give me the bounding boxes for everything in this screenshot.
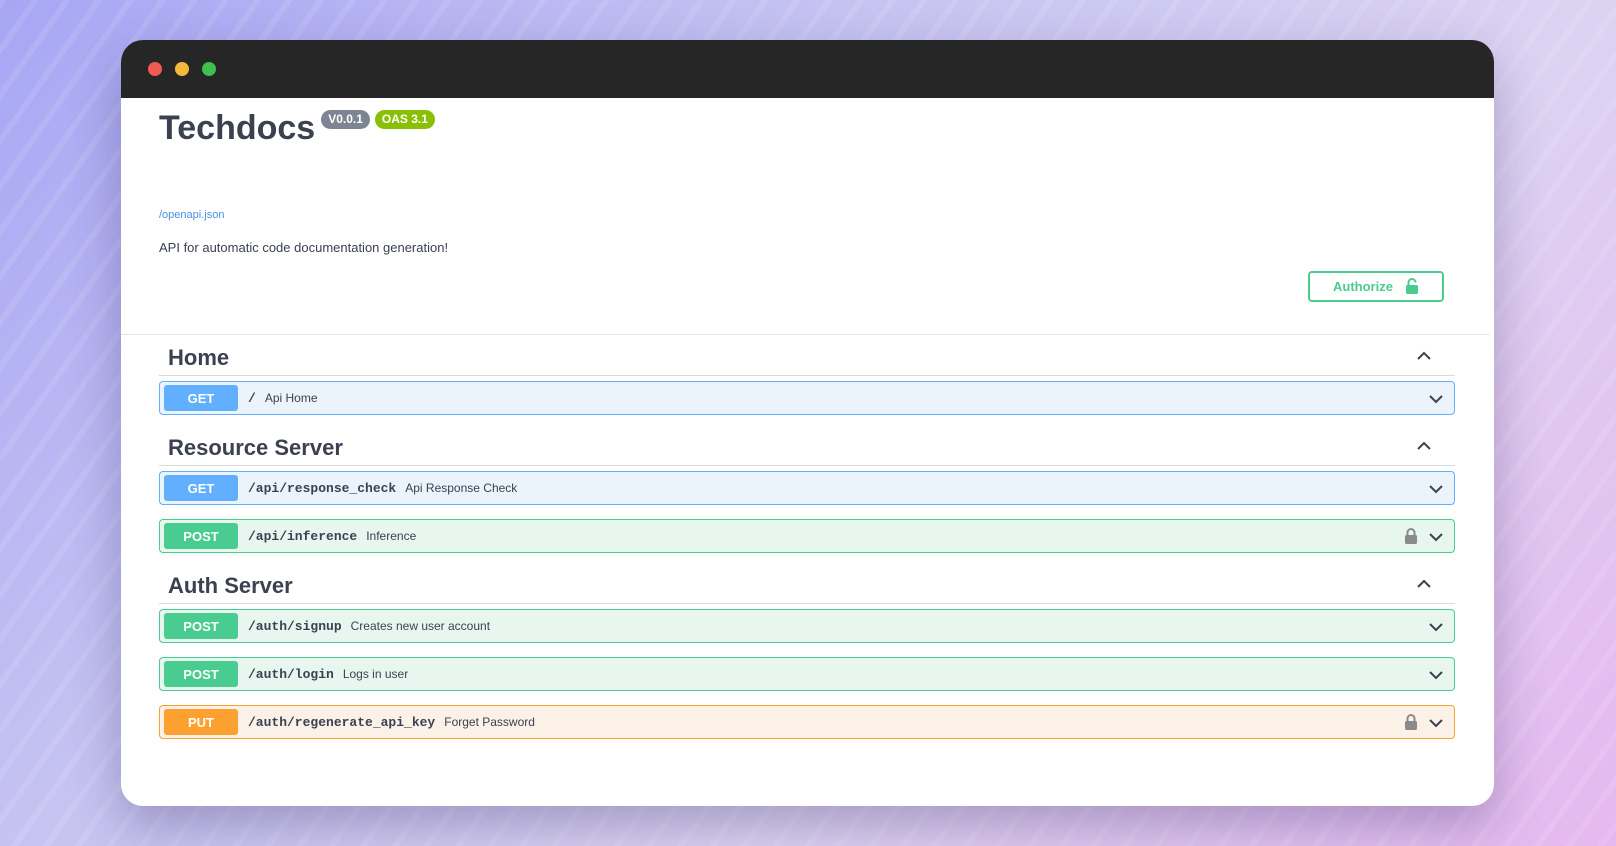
section-title: Resource Server: [168, 435, 343, 460]
section-title: Auth Server: [168, 573, 293, 598]
chevron-up-icon[interactable]: [1415, 437, 1433, 455]
operation-summary: Inference: [366, 529, 417, 543]
section-header-resource-server[interactable]: Resource Server: [159, 425, 1455, 466]
http-method-badge: GET: [164, 385, 238, 411]
window-titlebar: [121, 40, 1494, 98]
operation-path: /auth/signup: [248, 618, 342, 634]
browser-window: Techdocs V0.0.1 OAS 3.1 /openapi.json AP…: [121, 40, 1494, 806]
chevron-down-icon[interactable]: [1428, 391, 1444, 407]
operation-summary: Logs in user: [342, 667, 409, 681]
oas-badge: OAS 3.1: [374, 110, 435, 129]
openapi-spec-link[interactable]: /openapi.json: [159, 209, 224, 221]
operation-path: /auth/login: [248, 666, 334, 682]
operation-path: /: [248, 390, 256, 406]
page-title: Techdocs: [159, 109, 316, 147]
section-header-auth-server[interactable]: Auth Server: [159, 563, 1455, 604]
operation-summary: Api Home: [264, 391, 318, 405]
operation-path: /auth/regenerate_api_key: [248, 714, 436, 730]
version-badge: V0.0.1: [321, 110, 370, 129]
authorize-label: Authorize: [1333, 279, 1393, 294]
operation-path: /api/inference: [248, 528, 358, 544]
chevron-down-icon[interactable]: [1428, 481, 1444, 497]
section-header-home[interactable]: Home: [159, 335, 1455, 376]
operation-summary: Api Response Check: [405, 481, 518, 495]
chevron-up-icon[interactable]: [1415, 575, 1433, 593]
chevron-down-icon[interactable]: [1428, 667, 1444, 683]
operation-row[interactable]: GET / Api Home: [159, 381, 1455, 415]
http-method-badge: PUT: [164, 709, 238, 735]
lock-icon[interactable]: [1404, 528, 1418, 544]
chevron-up-icon[interactable]: [1415, 347, 1433, 365]
http-method-badge: POST: [164, 661, 238, 687]
close-window-button[interactable]: [148, 62, 162, 76]
operation-row[interactable]: GET/api/response_check Api Response Check: [159, 471, 1455, 505]
operation-summary: Forget Password: [444, 715, 535, 729]
http-method-badge: POST: [164, 613, 238, 639]
chevron-down-icon[interactable]: [1428, 715, 1444, 731]
minimize-window-button[interactable]: [175, 62, 189, 76]
title-row: Techdocs V0.0.1 OAS 3.1: [159, 108, 435, 148]
lock-icon[interactable]: [1404, 714, 1418, 730]
operations-container: Home GET / Api Home Resource Server GET/api/r…: [159, 335, 1455, 753]
maximize-window-button[interactable]: [202, 62, 216, 76]
chevron-down-icon[interactable]: [1428, 529, 1444, 545]
http-method-badge: GET: [164, 475, 238, 501]
http-method-badge: POST: [164, 523, 238, 549]
chevron-down-icon[interactable]: [1428, 619, 1444, 635]
api-description: API for automatic code documentation gen…: [159, 240, 449, 255]
operation-path: /api/response_check: [248, 480, 397, 496]
operation-row[interactable]: POST/api/inference Inference: [159, 519, 1455, 553]
operation-row[interactable]: POST/auth/signup Creates new user account: [159, 609, 1455, 643]
unlock-icon: [1405, 278, 1418, 294]
operation-row[interactable]: POST/auth/login Logs in user: [159, 657, 1455, 691]
api-info: Techdocs V0.0.1 OAS 3.1 /openapi.json AP…: [121, 98, 1490, 335]
operation-summary: Creates new user account: [350, 619, 491, 633]
section-title: Home: [168, 345, 230, 370]
authorize-button[interactable]: Authorize: [1308, 271, 1444, 302]
operation-row[interactable]: PUT/auth/regenerate_api_key Forget Passwo…: [159, 705, 1455, 739]
